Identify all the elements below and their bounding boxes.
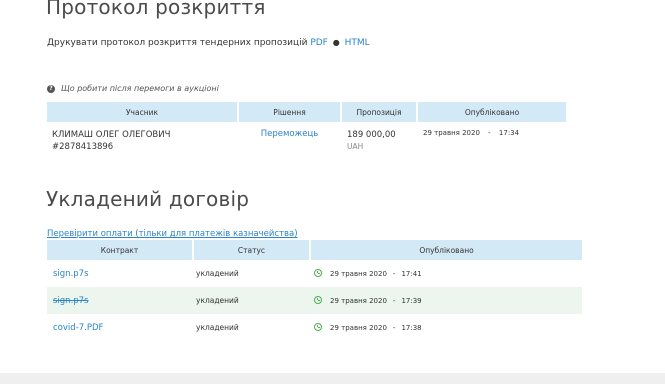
published-time: 17:38 [401,324,422,332]
table-row: covid-7.PDF укладений 29 травня 2020-17:… [47,314,582,341]
print-protocol-line: Друкувати протокол розкриття тендерних п… [47,38,370,48]
bids-table: Учасник Рішення Пропозиція Опубліковано … [47,102,566,162]
help-link[interactable]: ? Що робити після перемоги в аукціоні [47,84,219,93]
participant-cell: КЛИМАШ ОЛЕГ ОЛЕГОВИЧ #2878413896 [47,122,238,162]
clock-icon [314,269,322,277]
bid-cell: 189 000,00 UAH [341,122,417,162]
table-row: sign.p7s укладений 29 травня 2020-17:41 [47,260,582,287]
participant-id: #2878413896 [52,142,114,152]
contract-file-link[interactable]: sign.p7s [47,287,193,314]
table-row: КЛИМАШ ОЛЕГ ОЛЕГОВИЧ #2878413896 Перемож… [47,122,566,162]
verify-payments-link[interactable]: Перевірити оплати (тільки для платежів к… [47,229,298,239]
date-time-dash: - [392,270,396,278]
footer-strip [0,373,665,384]
contract-status: укладений [193,287,310,314]
pdf-link[interactable]: PDF [310,38,328,48]
published-date: 29 травня 2020 [330,297,387,305]
contracts-table: Контракт Статус Опубліковано sign.p7s ук… [47,240,582,341]
contracts-table-header: Контракт Статус Опубліковано [47,240,582,260]
bid-currency: UAH [347,142,364,151]
published-cell: 29 травня 2020-17:41 [310,260,582,287]
print-protocol-text: Друкувати протокол розкриття тендерних п… [47,38,308,48]
col-header-published: Опубліковано [417,102,566,122]
html-link[interactable]: HTML [345,38,370,48]
published-cell: 29 травня 2020-17:38 [310,314,582,341]
question-icon: ? [47,84,55,93]
protocol-title: Протокол розкриття [46,0,266,19]
col-header-participant: Учасник [47,102,239,122]
help-text: Що робити після перемоги в аукціоні [61,84,219,93]
published-date: 29 травня 2020 [330,324,387,332]
col-header-published: Опубліковано [310,240,582,260]
contract-status: укладений [196,269,239,278]
bid-amount: 189 000,00 [347,130,396,140]
bids-table-header: Учасник Рішення Пропозиція Опубліковано [47,102,566,122]
published-time: 17:34 [498,129,520,137]
clock-icon [314,296,322,304]
contract-status: укладений [196,323,239,332]
table-row: sign.p7s укладений 29 травня 2020-17:39 [47,287,582,314]
bullet-separator: ● [332,38,340,47]
published-time: 17:41 [401,270,422,278]
published-time: 17:39 [401,297,422,305]
participant-name: КЛИМАШ ОЛЕГ ОЛЕГОВИЧ [52,130,171,140]
col-header-decision: Рішення [238,102,342,122]
published-cell: 29 травня 2020 - 17:34 [417,122,566,162]
contract-file-link[interactable]: sign.p7s [47,260,193,287]
clock-icon [314,323,322,331]
col-header-status: Статус [193,240,311,260]
decision-link[interactable]: Переможець [238,122,341,162]
col-header-bid: Пропозиція [341,102,418,122]
published-date: 29 травня 2020 [423,129,480,137]
date-time-dash: - [392,324,396,332]
published-date: 29 травня 2020 [330,270,387,278]
date-time-dash: - [392,297,396,305]
date-time-dash: - [488,129,491,137]
contract-file-link[interactable]: covid-7.PDF [47,314,193,341]
contract-title: Укладений договір [46,187,250,211]
col-header-contract: Контракт [47,240,194,260]
published-cell: 29 травня 2020-17:39 [310,287,582,314]
